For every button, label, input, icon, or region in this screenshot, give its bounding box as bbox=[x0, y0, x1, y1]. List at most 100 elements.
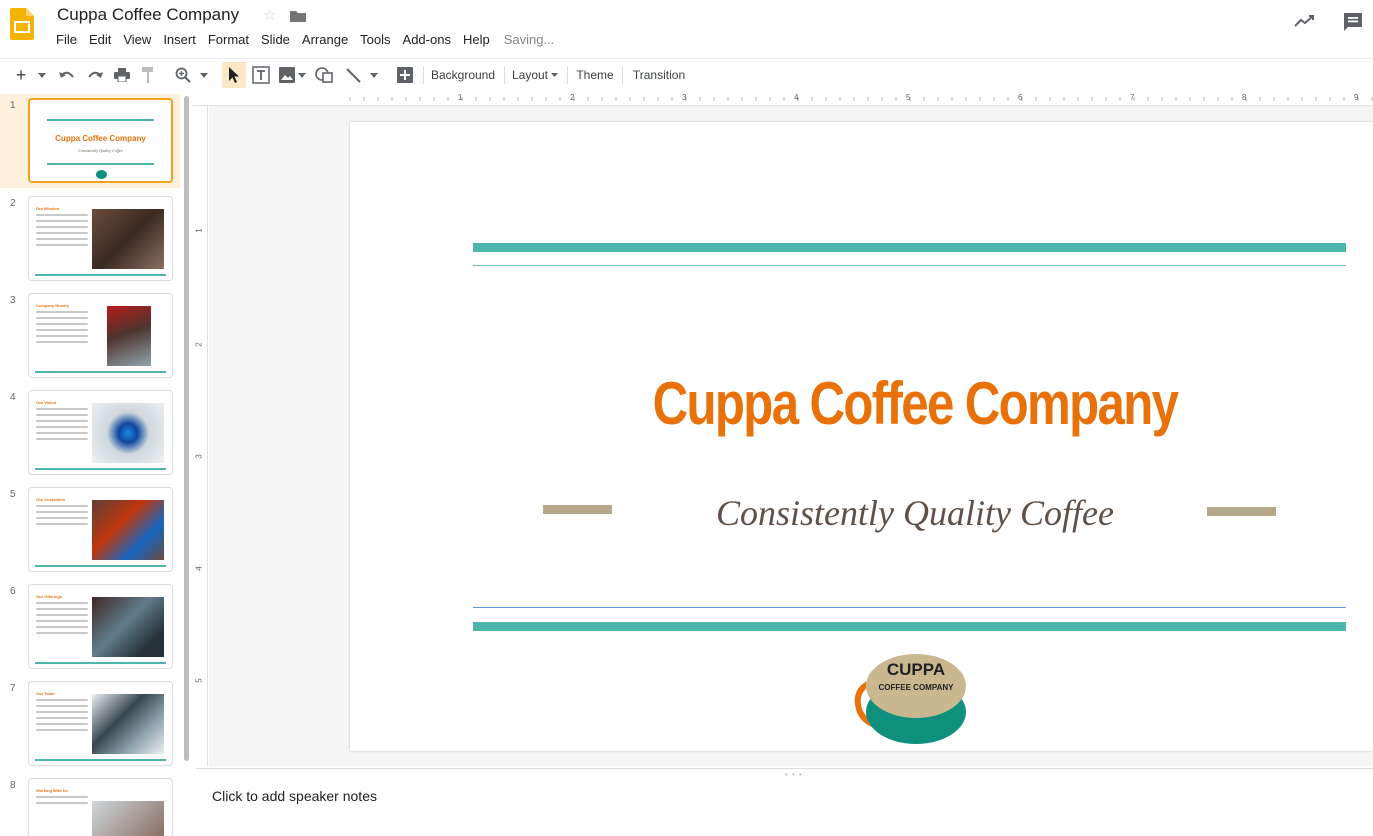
text-box-icon[interactable] bbox=[250, 62, 272, 88]
slide-thumbnail[interactable]: Our Vision bbox=[28, 390, 173, 475]
activity-dashboard-icon[interactable] bbox=[1294, 14, 1316, 33]
thumb-subtitle: Consistently Quality Coffee bbox=[78, 148, 123, 153]
folder-icon[interactable] bbox=[290, 9, 306, 22]
menu-arrange[interactable]: Arrange bbox=[296, 32, 354, 50]
layout-label: Layout bbox=[511, 68, 549, 82]
slide-thumbnail[interactable]: Company History bbox=[28, 293, 173, 378]
slide-filmstrip[interactable]: 1 Cuppa Coffee Company Consistently Qual… bbox=[0, 92, 192, 836]
ruler-mark: 3 bbox=[682, 93, 687, 102]
toolbar-divider bbox=[504, 66, 505, 84]
ruler-mark: 4 bbox=[794, 93, 799, 102]
comments-icon[interactable] bbox=[1343, 12, 1363, 37]
menu-bar: File Edit View Insert Format Slide Arran… bbox=[50, 32, 554, 50]
theme-button[interactable]: Theme bbox=[573, 62, 617, 88]
layout-button[interactable]: Layout bbox=[510, 62, 560, 88]
zoom-dropdown-icon[interactable] bbox=[198, 62, 210, 88]
save-status: Saving... bbox=[503, 32, 555, 47]
slide-canvas[interactable]: Cuppa Coffee Company Consistently Qualit… bbox=[209, 106, 1373, 766]
slide-number: 1 bbox=[10, 100, 16, 111]
background-button[interactable]: Background bbox=[429, 62, 497, 88]
filmstrip-slide-2[interactable]: 2 Our Mission bbox=[0, 192, 180, 284]
menu-file[interactable]: File bbox=[50, 32, 83, 50]
menu-tools[interactable]: Tools bbox=[354, 32, 396, 50]
bottom-thick-line[interactable] bbox=[473, 622, 1346, 631]
filmstrip-slide-6[interactable]: 6 Our Offerings bbox=[0, 580, 180, 672]
image-dropdown-icon[interactable] bbox=[296, 62, 308, 88]
new-slide-plus-icon[interactable]: + bbox=[12, 62, 30, 88]
paint-format-icon[interactable] bbox=[138, 62, 158, 88]
toolbar: + Background Layout Theme Transition bbox=[0, 58, 1373, 90]
add-comment-icon[interactable] bbox=[394, 62, 416, 88]
background-label: Background bbox=[430, 68, 496, 82]
transition-button[interactable]: Transition bbox=[628, 62, 690, 88]
slide-number: 6 bbox=[10, 586, 16, 597]
slide-thumbnail[interactable]: Our Team bbox=[28, 681, 173, 766]
vertical-ruler: 1 2 3 4 5 bbox=[194, 106, 208, 766]
filmstrip-slide-5[interactable]: 5 Our Customers bbox=[0, 483, 180, 575]
menu-addons[interactable]: Add-ons bbox=[397, 32, 457, 50]
filmstrip-slide-7[interactable]: 7 Our Team bbox=[0, 677, 180, 769]
slide-title[interactable]: Cuppa Coffee Company bbox=[452, 369, 1373, 438]
menu-view[interactable]: View bbox=[117, 32, 157, 50]
slide-thumbnail[interactable]: Our Offerings bbox=[28, 584, 173, 669]
header: Cuppa Coffee Company ☆ File Edit View In… bbox=[0, 0, 1373, 56]
select-tool-icon[interactable] bbox=[222, 62, 246, 88]
menu-slide[interactable]: Slide bbox=[255, 32, 296, 50]
redo-icon[interactable] bbox=[84, 62, 106, 88]
logo-text-company: COFFEE COMPANY bbox=[878, 683, 954, 692]
right-tan-dash[interactable] bbox=[1207, 507, 1276, 516]
slide-thumbnail[interactable]: Cuppa Coffee Company Consistently Qualit… bbox=[28, 98, 173, 183]
zoom-icon[interactable] bbox=[172, 62, 194, 88]
undo-icon[interactable] bbox=[56, 62, 78, 88]
filmstrip-slide-8[interactable]: 8 Working With Us bbox=[0, 774, 180, 836]
filmstrip-scrollbar[interactable] bbox=[184, 96, 189, 761]
filmstrip-slide-1[interactable]: 1 Cuppa Coffee Company Consistently Qual… bbox=[0, 94, 180, 188]
menu-insert[interactable]: Insert bbox=[157, 32, 202, 50]
thumb-title: Cuppa Coffee Company bbox=[55, 134, 146, 143]
ruler-mark: 5 bbox=[194, 678, 204, 683]
menu-edit[interactable]: Edit bbox=[83, 32, 117, 50]
slide-thumbnail[interactable]: Working With Us bbox=[28, 778, 173, 836]
theme-label: Theme bbox=[576, 68, 614, 82]
shape-icon[interactable] bbox=[313, 62, 335, 88]
ruler-mark: 7 bbox=[1130, 93, 1135, 102]
slide-number: 7 bbox=[10, 683, 16, 694]
line-icon[interactable] bbox=[342, 62, 364, 88]
menu-format[interactable]: Format bbox=[202, 32, 255, 50]
line-dropdown-icon[interactable] bbox=[368, 62, 380, 88]
filmstrip-slide-4[interactable]: 4 Our Vision bbox=[0, 386, 180, 478]
ruler-mark: 3 bbox=[194, 454, 204, 459]
ruler-mark: 2 bbox=[194, 342, 204, 347]
slide-number: 8 bbox=[10, 780, 16, 791]
filmstrip-slide-3[interactable]: 3 Company History bbox=[0, 289, 180, 381]
print-icon[interactable] bbox=[111, 62, 133, 88]
menu-help[interactable]: Help bbox=[457, 32, 496, 50]
thumb-heading: Our Vision bbox=[36, 400, 57, 405]
top-thin-line[interactable] bbox=[473, 265, 1346, 266]
star-icon[interactable]: ☆ bbox=[263, 6, 276, 24]
bottom-thin-line[interactable] bbox=[473, 607, 1346, 608]
ruler-mark: 1 bbox=[194, 228, 204, 233]
slide-number: 2 bbox=[10, 198, 16, 209]
notes-resize-handle[interactable]: • • • bbox=[785, 770, 803, 779]
top-thick-line[interactable] bbox=[473, 243, 1346, 252]
toolbar-divider bbox=[567, 66, 568, 84]
slide-thumbnail[interactable]: Our Customers bbox=[28, 487, 173, 572]
speaker-notes-placeholder[interactable]: Click to add speaker notes bbox=[212, 788, 377, 804]
speaker-notes[interactable]: • • • Click to add speaker notes bbox=[196, 768, 1373, 836]
ruler-mark: 1 bbox=[458, 93, 463, 102]
slides-logo-icon[interactable] bbox=[10, 8, 34, 40]
logo-text-cuppa: CUPPA bbox=[886, 660, 946, 679]
thumb-heading: Working With Us bbox=[36, 788, 68, 793]
thumb-heading: Our Customers bbox=[36, 497, 66, 502]
ruler-mark: 4 bbox=[194, 566, 204, 571]
new-slide-dropdown-icon[interactable] bbox=[36, 62, 48, 88]
ruler-mark: 9 bbox=[1354, 93, 1359, 102]
document-title[interactable]: Cuppa Coffee Company bbox=[57, 5, 239, 25]
thumb-heading: Company History bbox=[36, 303, 70, 308]
image-icon[interactable] bbox=[277, 62, 297, 88]
toolbar-divider bbox=[423, 66, 424, 84]
cuppa-logo[interactable]: CUPPA COFFEE COMPANY bbox=[850, 650, 972, 746]
slide-thumbnail[interactable]: Our Mission bbox=[28, 196, 173, 281]
current-slide[interactable]: Cuppa Coffee Company Consistently Qualit… bbox=[350, 122, 1373, 751]
